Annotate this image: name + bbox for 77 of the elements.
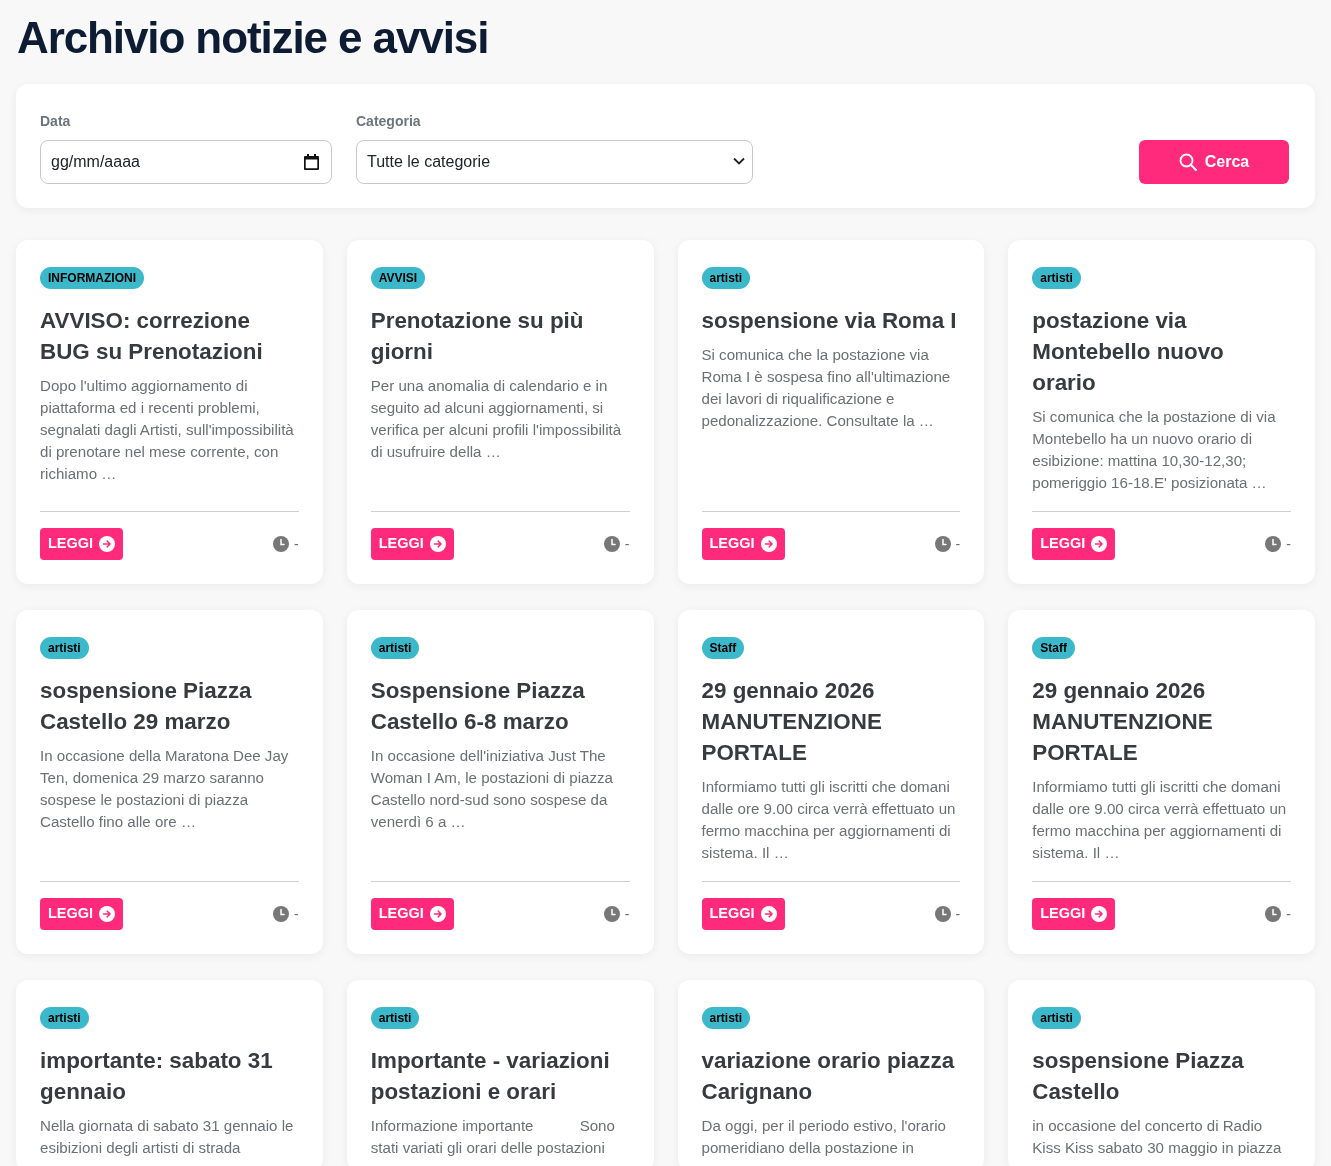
news-excerpt: in occasione del concerto di Radio Kiss Kiss sabato 30 maggio in piazza xyxy=(1032,1116,1283,1158)
news-title: Importante - variazioni postazioni e orari xyxy=(370,1047,611,1106)
news-date: - xyxy=(624,904,630,924)
calendar-icon xyxy=(304,154,319,170)
news-excerpt: Informiamo tutti gli iscritti che domani dalle ore 9.00 circa verrà effettuato un fermo macchina per aggiornamenti di sistema. Il … xyxy=(701,777,957,863)
read-button[interactable]: LEGGI xyxy=(1032,898,1116,930)
arrow-right-circle-icon xyxy=(99,906,116,922)
news-excerpt: Nella giornata di sabato 31 gennaio le esibizioni degli artisti di strada xyxy=(40,1116,295,1158)
chevron-down-icon xyxy=(733,157,745,165)
category-badge: artisti xyxy=(701,267,751,289)
news-excerpt: Informazione importante Sono stati variati gli orari delle postazioni xyxy=(370,1116,616,1158)
category-badge: artisti xyxy=(370,1007,420,1029)
news-title: importante: sabato 31 gennaio xyxy=(40,1047,274,1106)
category-badge: Staff xyxy=(701,637,745,659)
clock-icon xyxy=(273,906,290,922)
category-badge: INFORMAZIONI xyxy=(40,267,144,289)
news-date: - xyxy=(294,904,299,924)
news-title: postazione via Montebello nuovo orario xyxy=(1032,307,1225,397)
news-date: - xyxy=(294,534,299,554)
news-title: AVVISO: correzione BUG su Prenotazioni xyxy=(40,307,264,366)
arrow-right-circle-icon xyxy=(760,536,777,552)
page-title: Archivio notizie e avvisi xyxy=(17,12,490,64)
arrow-right-circle-icon xyxy=(760,906,777,922)
clock-icon xyxy=(603,536,620,552)
news-excerpt: Dopo l'ultimo aggiornamento di piattaforma ed i recenti problemi, segnalati dagli Artisti, sull'impossibilità di prenotare nel mese corrente, con richiamo … xyxy=(40,376,295,484)
clock-icon xyxy=(934,536,951,552)
clock-icon xyxy=(603,906,620,922)
arrow-right-circle-icon xyxy=(429,906,446,922)
news-date: - xyxy=(1286,904,1291,924)
news-date: - xyxy=(624,534,630,554)
category-badge: AVVISI xyxy=(370,267,426,289)
news-title: Sospensione Piazza Castello 6-8 marzo xyxy=(370,677,586,736)
news-title: Prenotazione su più giorni xyxy=(370,307,585,366)
category-badge: Staff xyxy=(1032,637,1075,659)
category-badge: artisti xyxy=(1032,267,1081,289)
news-excerpt: Si comunica che la postazione via Roma I è sospesa fino all'ultimazione dei lavori di riqualificazione e pedonalizzazione. Consultate la … xyxy=(701,345,952,431)
news-title: sospensione Piazza Castello xyxy=(1032,1047,1245,1106)
clock-icon xyxy=(273,536,290,552)
read-button[interactable]: LEGGI xyxy=(370,898,454,930)
news-title: 29 gennaio 2026 MANUTENZIONE PORTALE xyxy=(701,677,883,767)
read-button[interactable]: LEGGI xyxy=(701,528,785,560)
category-badge: artisti xyxy=(40,637,89,659)
read-button[interactable]: LEGGI xyxy=(370,528,454,560)
news-date: - xyxy=(955,904,961,924)
category-badge: artisti xyxy=(370,637,420,659)
clock-icon xyxy=(1265,906,1282,922)
search-icon xyxy=(1178,153,1197,171)
search-button[interactable]: Cerca xyxy=(1139,140,1289,184)
read-button[interactable]: LEGGI xyxy=(40,528,124,560)
category-badge: artisti xyxy=(1032,1007,1081,1029)
field-label: Categoria xyxy=(356,112,422,131)
category-select[interactable]: Tutte le categorie xyxy=(356,140,753,184)
news-excerpt: Da oggi, per il periodo estivo, l'orario pomeridiano della postazione in xyxy=(701,1116,947,1158)
clock-icon xyxy=(934,906,951,922)
clock-icon xyxy=(1265,536,1282,552)
category-badge: artisti xyxy=(701,1007,751,1029)
news-excerpt: Per una anomalia di calendario e in seguito ad alcuni aggiornamenti, si verifica per alcuni profili l'impossibilità di usufruire della … xyxy=(370,376,623,462)
news-excerpt: In occasione della Maratona Dee Jay Ten, domenica 29 marzo saranno sospese le postazioni di piazza Castello fino alle ore … xyxy=(40,746,290,832)
news-excerpt: In occasione dell'iniziativa Just The Woman I Am, le postazioni di piazza Castello nord-sud sono sospese da venerdì 6 a … xyxy=(370,746,614,832)
read-button[interactable]: LEGGI xyxy=(701,898,785,930)
date-field[interactable]: gg/mm/aaaa xyxy=(40,140,332,184)
news-date: - xyxy=(955,534,961,554)
arrow-right-circle-icon xyxy=(1091,906,1108,922)
field-label: Data xyxy=(40,112,72,131)
news-excerpt: Si comunica che la postazione di via Montebello ha un nuovo orario di esibizione: mattina 10,30-12,30; pomeriggio 16-18.E' posizionata … xyxy=(1032,407,1277,493)
arrow-right-circle-icon xyxy=(1091,536,1108,552)
arrow-right-circle-icon xyxy=(99,536,116,552)
news-excerpt: Informiamo tutti gli iscritti che domani dalle ore 9.00 circa verrà effettuato un fermo macchina per aggiornamenti di sistema. Il … xyxy=(1032,777,1288,863)
news-title: sospensione Piazza Castello 29 marzo xyxy=(40,677,253,736)
news-title: sospensione via Roma I xyxy=(701,307,958,335)
news-title: variazione orario piazza Carignano xyxy=(701,1047,956,1106)
read-button[interactable]: LEGGI xyxy=(40,898,124,930)
category-badge: artisti xyxy=(40,1007,89,1029)
read-button[interactable]: LEGGI xyxy=(1032,528,1116,560)
news-date: - xyxy=(1286,534,1291,554)
news-title: 29 gennaio 2026 MANUTENZIONE PORTALE xyxy=(1032,677,1214,767)
arrow-right-circle-icon xyxy=(429,536,446,552)
